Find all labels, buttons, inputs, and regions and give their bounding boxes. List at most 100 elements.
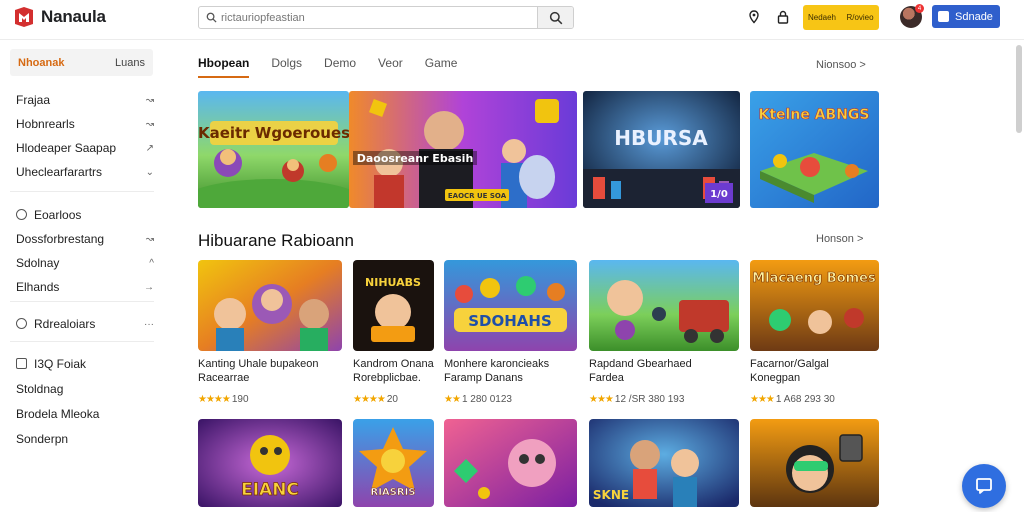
sidebar-item[interactable]: Sdolnay ^ bbox=[16, 256, 154, 270]
banner-4[interactable]: Ktelne ABNGS bbox=[750, 91, 879, 208]
game-card-title-line2: Fardea bbox=[589, 372, 624, 384]
card-art-text: NIHUABS bbox=[365, 276, 421, 289]
banner-2-subtext: EAOCR UE SOA bbox=[448, 192, 507, 200]
game-card-rating: ★★ 1 280 0123 bbox=[444, 394, 512, 405]
sidebar-header-active: Nhoanak bbox=[18, 56, 65, 69]
sidebar-header[interactable]: Nhoanak Luans bbox=[10, 49, 153, 76]
user-icon bbox=[938, 11, 949, 22]
sidebar-item[interactable]: Brodela Mleoka bbox=[16, 407, 154, 421]
star-icon: ★★★★ bbox=[353, 394, 386, 405]
sidebar-item-label: Frajaa bbox=[16, 93, 51, 107]
sidebar-item-label: Sonderpn bbox=[16, 432, 69, 446]
lock-icon[interactable] bbox=[774, 8, 792, 26]
chevron-down-icon: ⌄ bbox=[145, 166, 154, 178]
box-icon bbox=[16, 358, 27, 369]
chat-button[interactable] bbox=[962, 464, 1006, 508]
sidebar-item-label: Hobnrearls bbox=[16, 117, 75, 131]
arrow-icon: ↝ bbox=[145, 233, 154, 245]
game-card-title[interactable]: Kanting Uhale bupakeon Racearrae bbox=[198, 357, 342, 385]
game-card-rating: ★★★★ 20 bbox=[353, 394, 398, 405]
see-more-link[interactable]: Nionsoo > bbox=[816, 59, 866, 71]
game-card-image[interactable] bbox=[444, 419, 577, 507]
sidebar-section-header[interactable]: I3Q Foiak bbox=[16, 357, 154, 371]
tab-dolgs[interactable]: Dolgs bbox=[271, 56, 302, 78]
sidebar-item-label: Elhands bbox=[16, 280, 60, 294]
rating-value: 1 280 0123 bbox=[461, 394, 512, 405]
section-title: Hibuarane Rabioann bbox=[198, 231, 354, 250]
sidebar-item[interactable]: Hlodeaper Saapap ↗ bbox=[16, 141, 154, 155]
game-card-title[interactable]: Kandrom Onana Rorebplicbae. bbox=[353, 357, 443, 385]
rating-value: 20 bbox=[386, 394, 398, 405]
tab-featured[interactable]: Hbopean bbox=[198, 56, 250, 78]
tab-demo[interactable]: Demo bbox=[324, 56, 356, 78]
star-icon: ★★★★ bbox=[198, 394, 231, 405]
search-button[interactable] bbox=[537, 7, 573, 28]
signin-button[interactable]: Sdnade bbox=[932, 5, 1000, 28]
notification-badge: 4 bbox=[915, 4, 924, 13]
game-card-image[interactable]: EIANC bbox=[198, 419, 342, 507]
sidebar-section-header[interactable]: Eoarloos bbox=[16, 208, 154, 222]
sidebar-item[interactable]: Stoldnag bbox=[16, 382, 154, 396]
tab-game[interactable]: Game bbox=[425, 56, 458, 78]
game-card-title[interactable]: Monhere karoncieaks Faramp Danans bbox=[444, 357, 577, 385]
signin-label: Sdnade bbox=[955, 10, 993, 23]
sidebar-item-label: Uheclearfarartrs bbox=[16, 165, 103, 179]
tab-veor[interactable]: Veor bbox=[378, 56, 403, 78]
game-card-image[interactable]: SDOHAHS bbox=[444, 260, 577, 351]
banner-4-text: Ktelne ABNGS bbox=[759, 107, 870, 123]
card-art-text: Mlacaeng Bomes bbox=[752, 271, 876, 286]
search-icon bbox=[203, 7, 219, 28]
location-icon[interactable] bbox=[745, 8, 763, 26]
sidebar-section-label: I3Q Foiak bbox=[34, 357, 87, 371]
chevron-up-icon: ^ bbox=[149, 257, 154, 269]
sidebar-item[interactable]: Dossforbrestang ↝ bbox=[16, 232, 154, 246]
sidebar-item[interactable]: Sonderpn bbox=[16, 432, 154, 446]
game-card-title[interactable]: Facarnor/Galgal Konegpan bbox=[750, 357, 879, 385]
scrollbar[interactable] bbox=[1016, 45, 1022, 133]
card-art-text: SDOHAHS bbox=[468, 312, 552, 330]
game-card-image[interactable]: RIASRIS bbox=[353, 419, 434, 507]
game-card-rating: ★★★ 12 /SR 380 193 bbox=[589, 394, 684, 405]
search-input[interactable] bbox=[219, 7, 537, 28]
game-card-title-line1: Kandrom Onana bbox=[353, 358, 434, 370]
game-card-image[interactable]: Mlacaeng Bomes bbox=[750, 260, 879, 351]
game-card-title-line2: Racearrae bbox=[198, 372, 250, 384]
star-icon: ★★★ bbox=[750, 394, 775, 405]
banner-2-text: Daoosreanr Ebasih bbox=[357, 152, 474, 165]
sidebar-item[interactable]: Hobnrearls ↝ bbox=[16, 117, 154, 131]
circle-icon bbox=[16, 209, 27, 220]
game-card-image[interactable] bbox=[589, 260, 739, 351]
search-icon bbox=[549, 11, 562, 24]
sidebar-header-right: Luans bbox=[115, 56, 145, 69]
rating-value: 12 /SR 380 193 bbox=[614, 394, 685, 405]
logo[interactable]: Nanaula bbox=[13, 6, 106, 28]
game-card-title[interactable]: Rapdand Gbearhaed Fardea bbox=[589, 357, 739, 385]
search-box bbox=[198, 6, 574, 29]
divider bbox=[10, 301, 154, 302]
banner-2[interactable]: Daoosreanr Ebasih EAOCR UE SOA bbox=[349, 91, 577, 208]
rating-value: 1 A68 293 30 bbox=[775, 394, 835, 405]
game-card-image[interactable]: NIHUABS bbox=[353, 260, 434, 351]
arrow-icon: ↝ bbox=[145, 118, 154, 130]
chat-icon bbox=[976, 478, 992, 494]
section-see-more-link[interactable]: Honson > bbox=[816, 233, 863, 245]
sidebar-item-label: Dossforbrestang bbox=[16, 232, 105, 246]
arrow-icon: ↝ bbox=[145, 94, 154, 106]
game-card-image[interactable] bbox=[198, 260, 342, 351]
logo-text: Nanaula bbox=[41, 7, 106, 26]
card-art-text: RIASRIS bbox=[371, 487, 416, 498]
game-card-image[interactable] bbox=[750, 419, 879, 507]
promo-badge-line1: Nedaeh bbox=[807, 12, 837, 22]
sidebar-item[interactable]: Elhands → bbox=[16, 280, 154, 294]
sidebar-item[interactable]: Uheclearfarartrs ⌄ bbox=[16, 165, 154, 179]
top-bar: Nanaula Nedaeh R/ovieo 4 Sdnade bbox=[0, 0, 1024, 40]
banner-3[interactable]: HBURSA 1/0 bbox=[583, 91, 740, 208]
sidebar-section-header[interactable]: Rdrealoiars ··· bbox=[16, 317, 154, 331]
promo-badge[interactable]: Nedaeh R/ovieo bbox=[803, 5, 879, 30]
more-icon[interactable]: ··· bbox=[144, 319, 154, 330]
banner-1[interactable]: Kaeitr Wgoeroues bbox=[198, 91, 349, 208]
game-card-image[interactable]: SKNE bbox=[589, 419, 739, 507]
sidebar-item[interactable]: Frajaa ↝ bbox=[16, 93, 154, 107]
sidebar-item-label: Sdolnay bbox=[16, 256, 60, 270]
card-art-text: SKNE bbox=[593, 488, 629, 502]
